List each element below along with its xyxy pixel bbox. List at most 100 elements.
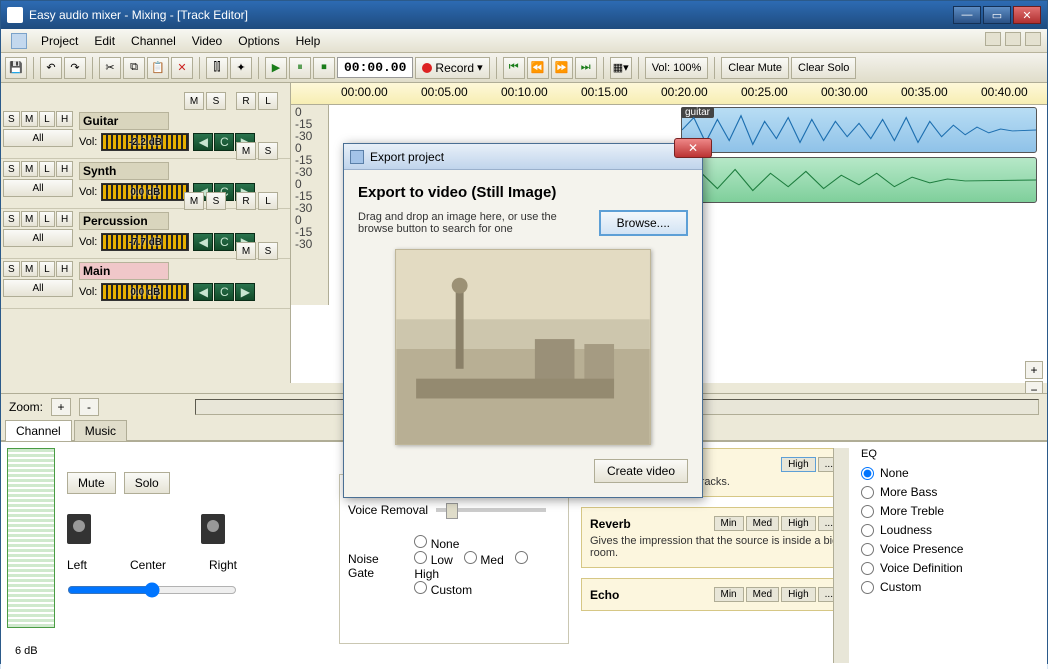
pan-slider[interactable] <box>67 582 237 598</box>
track-l-button[interactable]: L <box>39 111 56 127</box>
browse-button[interactable]: Browse.... <box>599 210 688 236</box>
gate-high-radio[interactable] <box>515 551 528 564</box>
track-all-button[interactable]: All <box>3 179 73 197</box>
rec-r-toggle[interactable]: R <box>236 92 256 110</box>
stop-icon[interactable]: ⏹ <box>313 57 335 79</box>
gate-none-radio[interactable] <box>414 535 427 548</box>
mute-button[interactable]: Mute <box>67 472 116 494</box>
zoom-in-icon[interactable]: + <box>1025 361 1043 379</box>
paste-icon[interactable]: 📋 <box>147 57 169 79</box>
minimize-button[interactable]: — <box>953 6 981 24</box>
menu-video[interactable]: Video <box>184 34 230 48</box>
fx-med-button[interactable]: Med <box>746 587 779 602</box>
track-all-button[interactable]: All <box>3 279 73 297</box>
marker-icon[interactable]: ✦ <box>230 57 252 79</box>
fx-high-button[interactable]: High <box>781 457 816 472</box>
skip-start-icon[interactable]: ⏮ <box>503 57 525 79</box>
menu-channel[interactable]: Channel <box>123 34 184 48</box>
track-l-button[interactable]: L <box>39 261 56 277</box>
record-button[interactable]: Record ▾ <box>415 57 489 79</box>
forward-icon[interactable]: ⏩ <box>551 57 573 79</box>
mute-toggle[interactable]: M <box>236 242 256 260</box>
next-clip-icon[interactable]: ▶ <box>235 283 255 301</box>
gate-med-radio[interactable] <box>464 551 477 564</box>
solo-toggle[interactable]: S <box>206 92 226 110</box>
tab-music[interactable]: Music <box>74 420 127 441</box>
tab-channel[interactable]: Channel <box>5 420 72 441</box>
mdi-buttons[interactable] <box>983 32 1043 49</box>
rec-l-toggle[interactable]: L <box>258 92 278 110</box>
clear-solo-button[interactable]: Clear Solo <box>791 57 856 79</box>
solo-toggle[interactable]: S <box>206 192 226 210</box>
dialog-titlebar[interactable]: Export project ✕ <box>344 144 702 170</box>
center-clip-button[interactable]: C <box>214 233 234 251</box>
menu-project[interactable]: Project <box>33 34 86 48</box>
mute-toggle[interactable]: M <box>236 142 256 160</box>
track-name[interactable]: Percussion <box>79 212 169 230</box>
close-button[interactable]: ✕ <box>1013 6 1041 24</box>
app-menu-icon[interactable] <box>11 33 27 49</box>
gate-low-radio[interactable] <box>414 551 427 564</box>
volume-meter[interactable]: 0.0 dB <box>101 283 189 301</box>
maximize-button[interactable]: ▭ <box>983 6 1011 24</box>
fx-high-button[interactable]: High <box>781 587 816 602</box>
clear-mute-button[interactable]: Clear Mute <box>721 57 789 79</box>
cut-icon[interactable]: ✂ <box>99 57 121 79</box>
dialog-close-button[interactable]: ✕ <box>674 138 712 158</box>
mute-toggle[interactable]: M <box>184 92 204 110</box>
menu-options[interactable]: Options <box>230 34 287 48</box>
volume-meter[interactable]: -2.2 dB <box>101 133 189 151</box>
zoom-minus-button[interactable]: - <box>79 398 99 416</box>
fx-min-button[interactable]: Min <box>714 587 744 602</box>
track-name[interactable]: Main <box>79 262 169 280</box>
audio-clip-guitar[interactable]: guitar <box>681 107 1037 153</box>
track-s-button[interactable]: S <box>3 161 20 177</box>
save-icon[interactable]: 💾 <box>5 57 27 79</box>
image-drop-zone[interactable] <box>395 249 651 445</box>
eq-none-radio[interactable] <box>861 467 874 480</box>
track-l-button[interactable]: L <box>39 211 56 227</box>
solo-toggle[interactable]: S <box>258 142 278 160</box>
gate-custom-radio[interactable] <box>414 581 427 594</box>
volume-display[interactable]: Vol: 100% <box>645 57 709 79</box>
eq-voice-presence-radio[interactable] <box>861 543 874 556</box>
eq-loudness-radio[interactable] <box>861 524 874 537</box>
audio-clip-synth[interactable] <box>681 157 1037 203</box>
solo-toggle[interactable]: S <box>258 242 278 260</box>
track-h-button[interactable]: H <box>56 111 73 127</box>
prev-clip-icon[interactable]: ◀ <box>193 233 213 251</box>
center-clip-button[interactable]: C <box>214 283 234 301</box>
create-video-button[interactable]: Create video <box>594 459 688 483</box>
track-m-button[interactable]: M <box>21 111 38 127</box>
track-name[interactable]: Guitar <box>79 112 169 130</box>
track-s-button[interactable]: S <box>3 211 20 227</box>
rec-l-toggle[interactable]: L <box>258 192 278 210</box>
zoom-plus-button[interactable]: + <box>51 398 71 416</box>
track-all-button[interactable]: All <box>3 229 73 247</box>
track-h-button[interactable]: H <box>56 161 73 177</box>
eq-treble-radio[interactable] <box>861 505 874 518</box>
menu-edit[interactable]: Edit <box>86 34 123 48</box>
menu-help[interactable]: Help <box>288 34 329 48</box>
pause-icon[interactable]: ⏸ <box>289 57 311 79</box>
fx-high-button[interactable]: High <box>781 516 816 531</box>
track-m-button[interactable]: M <box>21 261 38 277</box>
track-l-button[interactable]: L <box>39 161 56 177</box>
track-s-button[interactable]: S <box>3 261 20 277</box>
solo-button[interactable]: Solo <box>124 472 170 494</box>
snap-icon[interactable]: ⫿⫿ <box>206 57 228 79</box>
center-clip-button[interactable]: C <box>214 133 234 151</box>
track-m-button[interactable]: M <box>21 211 38 227</box>
rec-r-toggle[interactable]: R <box>236 192 256 210</box>
track-h-button[interactable]: H <box>56 261 73 277</box>
grid-icon[interactable]: ▦▾ <box>610 57 632 79</box>
volume-meter[interactable]: 0.0 dB <box>101 183 189 201</box>
prev-clip-icon[interactable]: ◀ <box>193 133 213 151</box>
fx-min-button[interactable]: Min <box>714 516 744 531</box>
track-s-button[interactable]: S <box>3 111 20 127</box>
fx-med-button[interactable]: Med <box>746 516 779 531</box>
volume-meter[interactable]: -7.7 dB <box>101 233 189 251</box>
track-all-button[interactable]: All <box>3 129 73 147</box>
prev-clip-icon[interactable]: ◀ <box>193 283 213 301</box>
delete-icon[interactable]: ✕ <box>171 57 193 79</box>
